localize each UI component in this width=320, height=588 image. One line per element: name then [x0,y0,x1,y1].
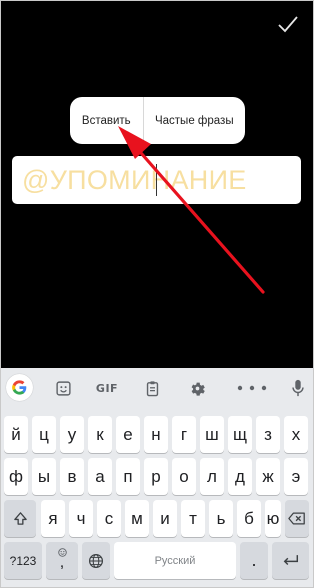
key-row1[interactable]: ш [200,416,224,453]
sticker-icon[interactable] [51,376,75,400]
settings-gear-icon[interactable] [185,376,209,400]
key-row1[interactable]: у [60,416,84,453]
key-row2[interactable]: р [144,458,168,495]
comma-label: , [59,554,65,571]
text-editor-area: Вставить Частые фразы @УПОМИНАНИЕ [1,1,313,368]
key-row2[interactable]: о [172,458,196,495]
key-row2[interactable]: ы [32,458,56,495]
key-row3[interactable]: с [97,500,121,537]
key-row1[interactable]: х [284,416,308,453]
frequent-phrases-menu-item[interactable]: Частые фразы [144,97,245,144]
shift-key[interactable] [4,500,36,537]
language-globe-key[interactable] [82,542,110,579]
key-row3[interactable]: б [237,500,261,537]
key-row1[interactable]: к [88,416,112,453]
google-g-icon[interactable] [6,374,33,401]
key-row2[interactable]: э [284,458,308,495]
mention-text: @УПОМИНАНИЕ [22,164,247,195]
symbols-key[interactable]: ?123 [4,542,42,579]
key-row2[interactable]: д [228,458,252,495]
clipboard-icon[interactable] [140,376,164,400]
text-context-menu: Вставить Частые фразы [70,97,245,144]
keyboard-toolbar: GIF [1,368,313,408]
key-row2[interactable]: а [88,458,112,495]
key-row1[interactable]: г [172,416,196,453]
key-row2[interactable]: ф [4,458,28,495]
key-row1[interactable]: з [256,416,280,453]
globe-icon [89,553,103,568]
key-row1[interactable]: ц [32,416,56,453]
space-bar[interactable]: Русский [114,542,236,579]
key-row1[interactable]: щ [228,416,252,453]
microphone-icon[interactable] [286,376,310,400]
key-row3[interactable]: ю [265,500,281,537]
key-row1[interactable]: й [4,416,28,453]
key-row2[interactable]: ж [256,458,280,495]
backspace-icon [288,512,305,525]
app-screen: Вставить Частые фразы @УПОМИНАНИЕ GIF й … [0,0,314,588]
key-row3[interactable]: я [41,500,65,537]
key-row3[interactable]: т [181,500,205,537]
key-row3[interactable]: м [125,500,149,537]
key-row2[interactable]: л [200,458,224,495]
more-dots-icon[interactable] [227,376,277,400]
key-row1[interactable]: е [116,416,140,453]
shift-arrow-icon [13,512,27,525]
done-check-icon[interactable] [277,13,299,35]
enter-key[interactable] [272,542,309,579]
backspace-key[interactable] [285,500,309,537]
key-row2[interactable]: в [60,458,84,495]
key-row3[interactable]: ч [69,500,93,537]
period-key[interactable]: . [240,542,268,579]
key-row2[interactable]: п [116,458,140,495]
comma-emoji-key[interactable]: , [46,542,78,579]
on-screen-keyboard: GIF й ц у к е н г ш щ з х ф ы в а п р о … [1,368,313,587]
paste-menu-item[interactable]: Вставить [70,97,143,144]
key-row3[interactable]: и [153,500,177,537]
gif-icon[interactable]: GIF [93,376,121,400]
key-row1[interactable]: н [144,416,168,453]
text-cursor [156,164,157,196]
enter-arrow-icon [283,555,298,566]
key-row3[interactable]: ь [209,500,233,537]
